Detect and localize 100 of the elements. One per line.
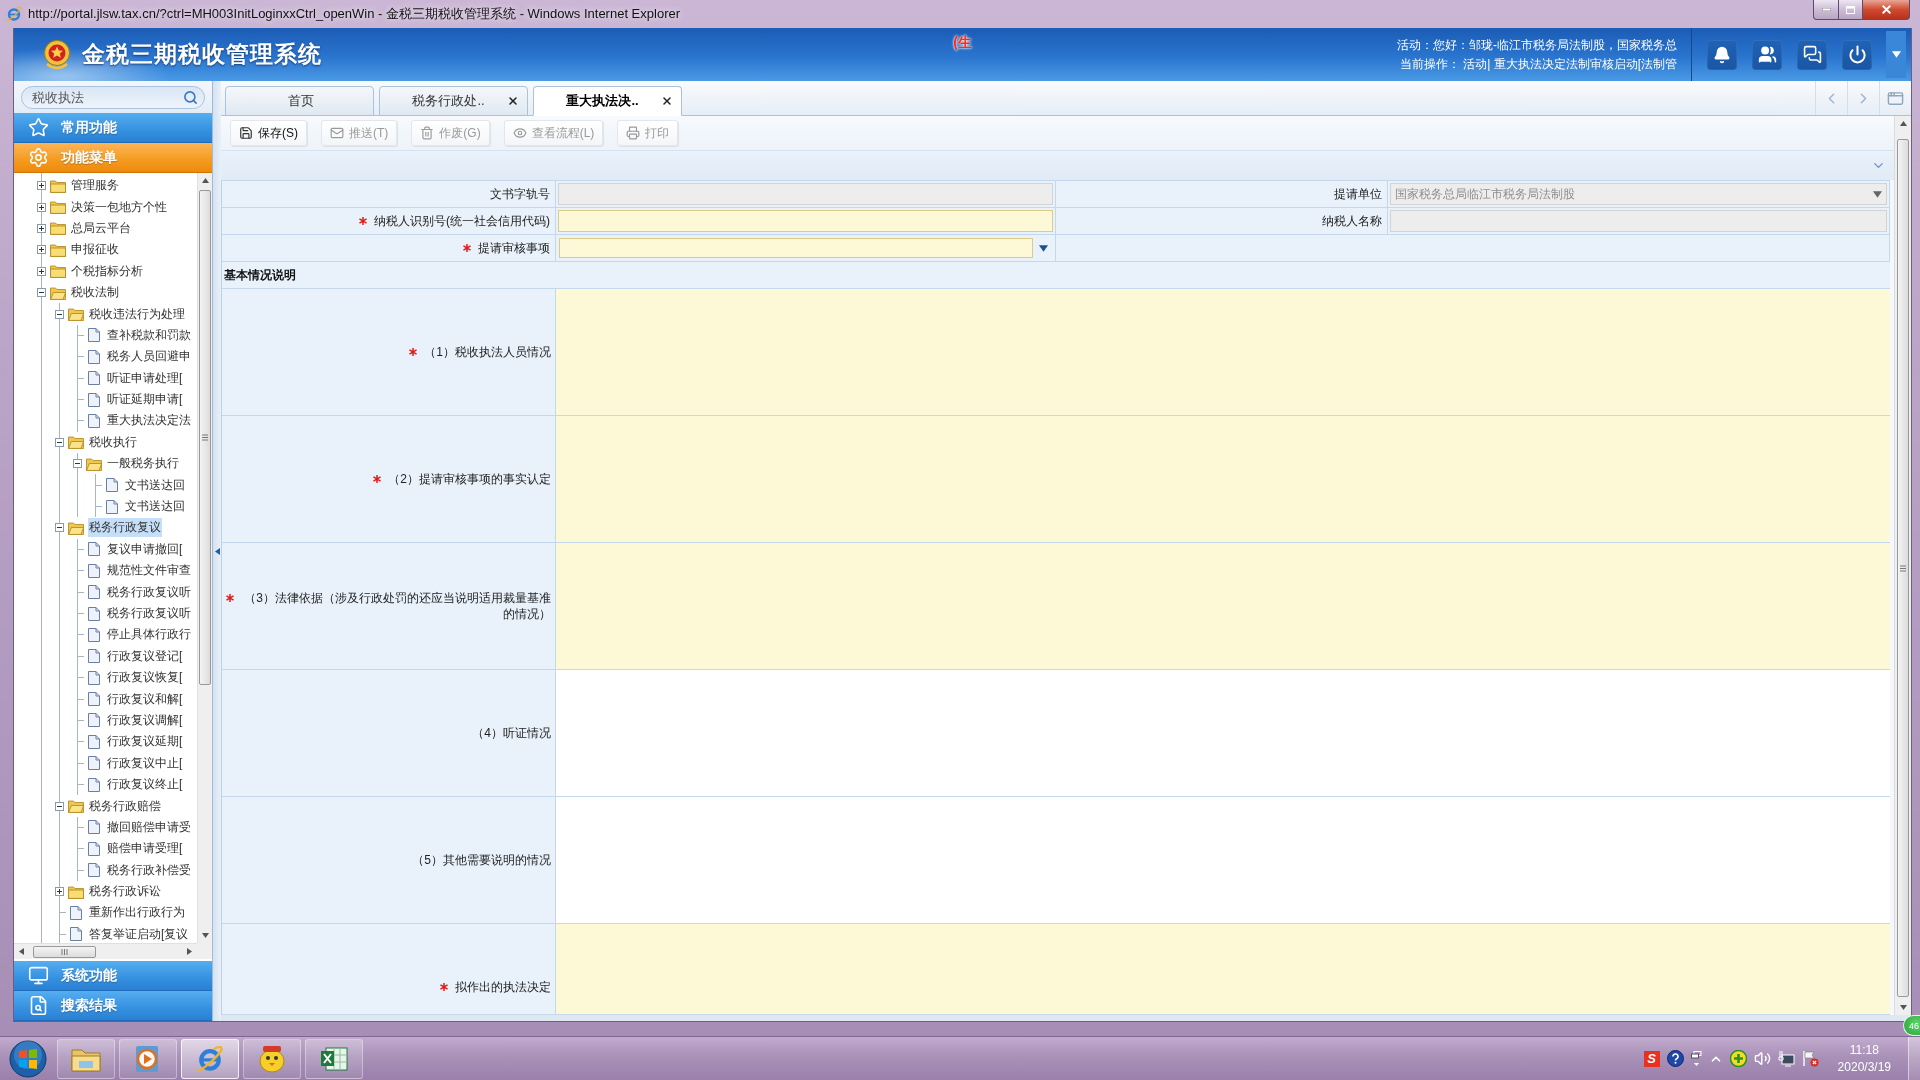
minus-box-icon[interactable] bbox=[36, 288, 46, 298]
volume-button[interactable] bbox=[1753, 1050, 1771, 1067]
tab[interactable]: 重大执法决.. bbox=[533, 86, 682, 116]
taskbar-button[interactable] bbox=[181, 1038, 239, 1079]
tree-item[interactable]: 行政复议登记[ bbox=[106, 646, 184, 666]
tree-item[interactable]: 管理服务 bbox=[70, 176, 120, 196]
tree-item[interactable]: 税务行政复议听 bbox=[106, 604, 192, 623]
tree-item[interactable]: 税收法制 bbox=[70, 283, 120, 303]
plus-box-icon[interactable] bbox=[36, 245, 46, 255]
tree-item[interactable]: 税务行政赔偿 bbox=[88, 796, 162, 816]
tree-item[interactable]: 重大执法决定法 bbox=[106, 411, 192, 431]
tree-item[interactable]: 行政复议终止[ bbox=[106, 775, 184, 795]
input-field[interactable] bbox=[558, 210, 1053, 232]
tree-item[interactable]: 听证申请处理[ bbox=[106, 368, 184, 388]
notifications-button[interactable] bbox=[1707, 39, 1737, 70]
field-label: （5）其他需要说明的情况 bbox=[412, 852, 551, 868]
document-icon bbox=[88, 734, 100, 749]
tree-item[interactable]: 税务行政诉讼 bbox=[88, 882, 162, 902]
maximize-button[interactable] bbox=[1838, 0, 1863, 20]
scrollbar-thumb[interactable] bbox=[1897, 139, 1909, 997]
document-search-icon bbox=[28, 995, 49, 1016]
window-switch-button[interactable] bbox=[1690, 1050, 1702, 1067]
horizontal-scrollbar[interactable] bbox=[14, 943, 197, 959]
tree-item[interactable]: 答复举证启动[复议 bbox=[88, 924, 190, 943]
tree-item[interactable]: 撤回赔偿申请受 bbox=[106, 817, 192, 837]
tree-item[interactable]: 重新作出行政行为 bbox=[88, 903, 186, 923]
network-button[interactable] bbox=[1777, 1050, 1795, 1067]
tree-item[interactable]: 一般税务执行 bbox=[106, 454, 180, 474]
power-icon bbox=[1847, 45, 1867, 64]
search-field[interactable]: 税收执法 bbox=[21, 86, 205, 109]
scrollbar-thumb[interactable] bbox=[33, 945, 96, 958]
field-label: 纳税人名称 bbox=[1322, 213, 1382, 229]
plus-box-icon[interactable] bbox=[36, 266, 46, 276]
users-icon bbox=[1757, 45, 1777, 64]
vertical-scrollbar[interactable] bbox=[1894, 116, 1911, 1015]
minimize-button[interactable] bbox=[1813, 0, 1839, 20]
document-icon bbox=[88, 371, 100, 386]
field-label: 提请单位 bbox=[1334, 186, 1382, 202]
close-icon[interactable] bbox=[507, 95, 519, 107]
tree-item[interactable]: 税务人员回避申 bbox=[106, 347, 192, 367]
plus-box-icon[interactable] bbox=[54, 887, 64, 897]
tree-item[interactable]: 税务行政补偿受 bbox=[106, 860, 192, 880]
tree-item[interactable]: 个税指标分析 bbox=[70, 261, 144, 281]
tree-item[interactable]: 行政复议延期[ bbox=[106, 732, 184, 752]
tree-item[interactable]: 总局云平台 bbox=[70, 218, 132, 238]
tree-item[interactable]: 行政复议恢复[ bbox=[106, 668, 184, 688]
scrollbar-thumb[interactable] bbox=[199, 190, 211, 685]
triangle-right-icon bbox=[186, 948, 193, 955]
minus-box-icon[interactable] bbox=[72, 459, 82, 469]
logout-button[interactable] bbox=[1842, 39, 1872, 70]
input-method-badge[interactable]: S bbox=[1643, 1050, 1660, 1067]
tree-item[interactable]: 规范性文件审查 bbox=[106, 561, 192, 581]
folder-icon bbox=[50, 264, 66, 279]
tree-item[interactable]: 申报征收 bbox=[70, 240, 120, 260]
vertical-scrollbar[interactable] bbox=[197, 173, 212, 943]
tree-item[interactable]: 行政复议和解[ bbox=[106, 689, 184, 709]
taskbar-button[interactable] bbox=[119, 1038, 177, 1079]
tree-item[interactable]: 文书送达回 bbox=[124, 475, 186, 495]
taskbar-button[interactable] bbox=[305, 1038, 363, 1079]
tab[interactable]: 税务行政处.. bbox=[379, 86, 528, 116]
action-center-button[interactable] bbox=[1801, 1050, 1819, 1067]
plus-box-icon[interactable] bbox=[36, 181, 46, 191]
minus-box-icon[interactable] bbox=[54, 309, 64, 319]
messages-button[interactable] bbox=[1797, 39, 1827, 70]
tree-item[interactable]: 税收违法行为处理 bbox=[88, 304, 186, 324]
help-button[interactable] bbox=[1666, 1050, 1684, 1067]
plus-box-icon[interactable] bbox=[36, 202, 46, 212]
taskbar-button[interactable] bbox=[243, 1038, 301, 1079]
minus-box-icon[interactable] bbox=[54, 437, 64, 447]
tree-item[interactable]: 查补税款和罚款 bbox=[106, 325, 192, 345]
collapse-handle[interactable] bbox=[213, 81, 221, 1021]
close-button[interactable] bbox=[1862, 0, 1910, 20]
taskbar-button[interactable] bbox=[57, 1038, 115, 1079]
header-menu-button[interactable] bbox=[1886, 31, 1906, 78]
close-icon[interactable] bbox=[661, 95, 673, 107]
save-button[interactable]: 保存(S) bbox=[230, 120, 307, 146]
field-label: 纳税人识别号(统一社会信用代码) bbox=[374, 213, 550, 229]
tree-item[interactable]: 文书送达回 bbox=[124, 497, 186, 517]
tree-item[interactable]: 复议申请撤回[ bbox=[106, 539, 184, 559]
tree-item[interactable]: 行政复议中止[ bbox=[106, 753, 184, 773]
document-icon bbox=[106, 478, 118, 493]
contacts-button[interactable] bbox=[1752, 39, 1782, 70]
clock-date: 2020/3/19 bbox=[1837, 1058, 1891, 1076]
tree-item[interactable]: 听证延期申请[ bbox=[106, 390, 184, 410]
tree-item[interactable]: 行政复议调解[ bbox=[106, 710, 184, 730]
tree-item[interactable]: 决策一包地方个性 bbox=[70, 197, 168, 217]
tab[interactable]: 首页 bbox=[225, 86, 374, 116]
tree-item[interactable]: 税务行政复议 bbox=[88, 518, 162, 538]
minus-box-icon[interactable] bbox=[54, 523, 64, 533]
tray-app-button[interactable] bbox=[1729, 1050, 1747, 1067]
tree-item[interactable]: 赔偿申请受理[ bbox=[106, 839, 184, 859]
minimize-icon bbox=[1821, 8, 1831, 11]
document-icon bbox=[88, 713, 100, 728]
input-field[interactable] bbox=[1390, 210, 1887, 232]
tree-item[interactable]: 税收执行 bbox=[88, 432, 138, 452]
input-field[interactable] bbox=[558, 183, 1053, 205]
plus-box-icon[interactable] bbox=[36, 223, 46, 233]
minus-box-icon[interactable] bbox=[54, 801, 64, 811]
tree-item[interactable]: 停止具体行政行 bbox=[106, 625, 192, 645]
tree-item[interactable]: 税务行政复议听 bbox=[106, 582, 192, 602]
